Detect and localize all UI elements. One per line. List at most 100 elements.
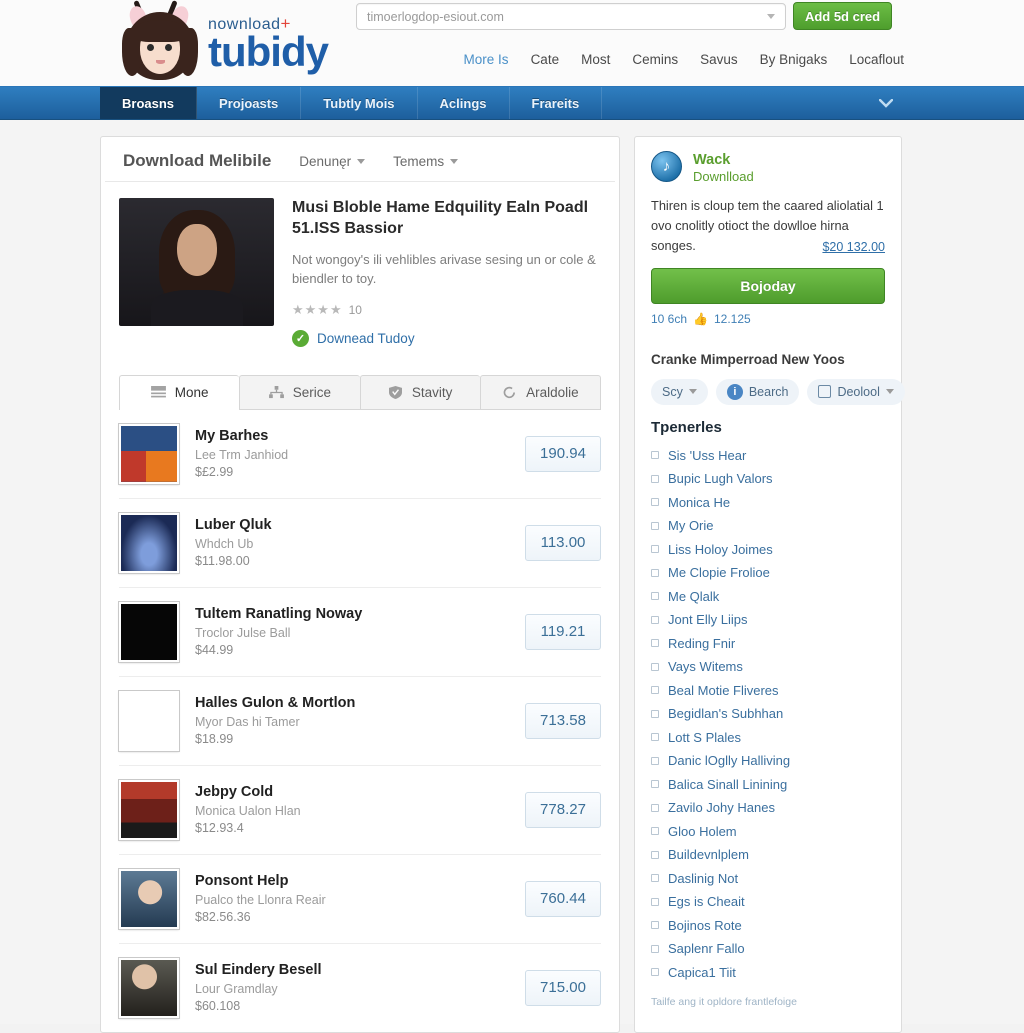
item-value[interactable]: 119.21	[525, 613, 601, 650]
pill-deolool[interactable]: Deolool	[807, 378, 905, 405]
list-item[interactable]: Bupic Lugh Valors	[651, 471, 885, 486]
pill-scy[interactable]: Scy	[651, 378, 708, 405]
list-item[interactable]: Me Qlalk	[651, 589, 885, 604]
tab-araldolie[interactable]: Araldolie	[479, 374, 601, 409]
checkbox-icon[interactable]	[651, 756, 659, 765]
list-item[interactable]: Egs is Cheait	[651, 894, 885, 909]
topnav-item-6[interactable]: Locaflout	[849, 52, 904, 67]
search-input[interactable]: timoerlogdop-esiout.com	[356, 3, 786, 30]
list-item[interactable]: Danic lOglly Halliving	[651, 753, 885, 768]
item-value[interactable]: 715.00	[525, 969, 601, 1006]
nav-tab-tubtly-mois[interactable]: Tubtly Mois	[301, 87, 418, 119]
list-item[interactable]: Begidlan's Subhhan	[651, 706, 885, 721]
dropdown-denuner[interactable]: Denunęr	[299, 154, 366, 169]
list-item[interactable]: Saplenr Fallo	[651, 941, 885, 956]
checkbox-icon[interactable]	[651, 968, 659, 977]
list-item-label: Balica Sinall Linining	[668, 776, 788, 792]
item-value[interactable]: 713.58	[525, 702, 601, 739]
checkbox-icon[interactable]	[651, 498, 659, 507]
nav-tab-aclings[interactable]: Aclings	[418, 87, 510, 119]
checkbox-icon[interactable]	[651, 921, 659, 930]
sitemap-icon	[268, 385, 284, 398]
sidebar-list-heading: Tpenerles	[651, 418, 722, 436]
table-row[interactable]: Sul Eindery Besell Lour Gramdlay $60.108…	[119, 944, 601, 1032]
table-row[interactable]: Halles Gulon & Mortlon Myor Das hi Tamer…	[119, 677, 601, 766]
list-item[interactable]: Capica1 Tiit	[651, 965, 885, 980]
sidebar-meta: 10 6ch 👍 12.125	[651, 312, 885, 326]
checkbox-icon[interactable]	[651, 874, 659, 883]
topnav-item-3[interactable]: Cemins	[632, 52, 678, 67]
list-item[interactable]: Liss Holoy Joimes	[651, 542, 885, 557]
topnav-item-5[interactable]: By Bnigaks	[760, 52, 828, 67]
checkbox-icon[interactable]	[651, 615, 659, 624]
checkbox-icon[interactable]	[651, 662, 659, 671]
topnav-item-1[interactable]: Cate	[531, 52, 560, 67]
item-value[interactable]: 778.27	[525, 791, 601, 828]
tab-serice-label: Serice	[292, 384, 331, 400]
table-row[interactable]: Jebpy Cold Monica Ualon Hlan $12.93.4 77…	[119, 766, 601, 855]
hero-description: Not wongoy's ili vehlibles arivase sesin…	[292, 251, 596, 287]
checkbox-icon[interactable]	[651, 545, 659, 554]
checkbox-icon[interactable]	[651, 850, 659, 859]
list-item[interactable]: Balica Sinall Linining	[651, 777, 885, 792]
download-today-link[interactable]: ✓ Downead Tudoy	[292, 329, 601, 347]
bojoday-button[interactable]: Bojoday	[651, 267, 885, 304]
nav-tab-projoasts[interactable]: Projoasts	[197, 87, 302, 119]
primary-navigation-bar: Broasns Projoasts Tubtly Mois Aclings Fr…	[0, 86, 1024, 120]
list-item[interactable]: Bojinos Rote	[651, 918, 885, 933]
checkbox-icon[interactable]	[651, 803, 659, 812]
topnav-item-4[interactable]: Savus	[700, 52, 738, 67]
checkbox-icon[interactable]	[651, 733, 659, 742]
checkbox-icon[interactable]	[651, 897, 659, 906]
pill-bearch[interactable]: i Bearch	[715, 378, 800, 405]
table-row[interactable]: Tultem Ranatling Noway Troclor Julse Bal…	[119, 588, 601, 677]
topnav-item-2[interactable]: Most	[581, 52, 610, 67]
list-item[interactable]: Beal Motie Fliveres	[651, 683, 885, 698]
brand-logo[interactable]: nownload+ tubidy	[118, 0, 329, 84]
tab-serice[interactable]: Serice	[239, 374, 360, 409]
tab-stavity[interactable]: Stavity	[359, 374, 480, 409]
checkbox-icon[interactable]	[651, 686, 659, 695]
table-row[interactable]: My Barhes Lee Trm Janhiod $£2.99 190.94	[119, 410, 601, 499]
list-item[interactable]: Reding Fnir	[651, 636, 885, 651]
checkbox-icon[interactable]	[651, 944, 659, 953]
list-item[interactable]: Me Clopie Frolioe	[651, 565, 885, 580]
checkbox-icon[interactable]	[651, 521, 659, 530]
list-item[interactable]: Sis 'Uss Hear	[651, 448, 885, 463]
checkbox-icon[interactable]	[651, 780, 659, 789]
item-value[interactable]: 113.00	[525, 524, 601, 561]
checkbox-icon[interactable]	[651, 709, 659, 718]
checkbox-icon[interactable]	[651, 827, 659, 836]
stars-glyphs: ★★★★	[292, 301, 343, 317]
checkbox-icon[interactable]	[651, 639, 659, 648]
list-item[interactable]: Vays Witems	[651, 659, 885, 674]
item-subtitle: Lour Gramdlay	[195, 982, 278, 997]
list-item[interactable]: Lott S Plales	[651, 730, 885, 745]
list-item[interactable]: Buildevnlplem	[651, 847, 885, 862]
list-item[interactable]: Jont Elly Liips	[651, 612, 885, 627]
item-subtitle: Monica Ualon Hlan	[195, 804, 301, 819]
list-item[interactable]: Monica He	[651, 495, 885, 510]
list-item[interactable]: Daslinig Not	[651, 871, 885, 886]
sidebar-meta-right: 12.125	[713, 311, 751, 326]
topnav-item-0[interactable]: More Is	[464, 52, 509, 67]
item-value[interactable]: 760.44	[525, 880, 601, 917]
list-item[interactable]: My Orie	[651, 518, 885, 533]
dropdown-temems[interactable]: Temems	[393, 154, 459, 169]
nav-chevron-down-icon[interactable]	[866, 87, 906, 119]
checkbox-icon[interactable]	[651, 474, 659, 483]
list-item[interactable]: Gloo Holem	[651, 824, 885, 839]
site-header: nownload+ tubidy timoerlogdop-esiout.com…	[0, 0, 1024, 86]
nav-tab-frareits[interactable]: Frareits	[510, 87, 603, 119]
checkbox-icon[interactable]	[651, 568, 659, 577]
tab-mone[interactable]: Mone	[119, 374, 240, 410]
list-item[interactable]: Zavilo Johy Hanes	[651, 800, 885, 815]
checkbox-icon[interactable]	[651, 451, 659, 460]
table-row[interactable]: Ponsont Help Pualco the Llonra Reair $82…	[119, 855, 601, 944]
search-dropdown-chevron-icon[interactable]	[767, 14, 775, 19]
add-credit-button[interactable]: Add 5d cred	[793, 2, 892, 30]
checkbox-icon[interactable]	[651, 592, 659, 601]
table-row[interactable]: Luber Qluk Whdch Ub $11.98.00 113.00	[119, 499, 601, 588]
item-value[interactable]: 190.94	[525, 435, 601, 472]
nav-tab-broasns[interactable]: Broasns	[100, 87, 198, 119]
